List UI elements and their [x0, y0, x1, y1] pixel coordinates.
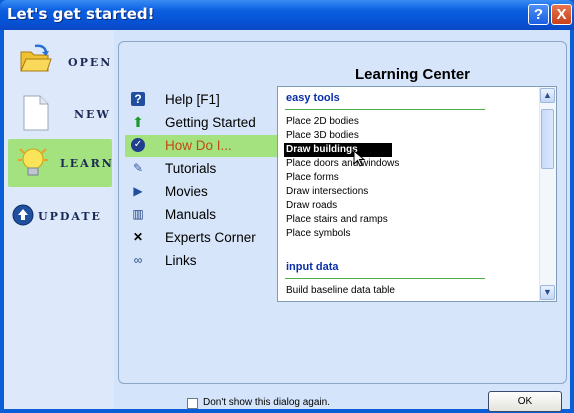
update-label: UPDATE: [38, 210, 102, 223]
menu-item-label: Experts Corner: [165, 230, 256, 245]
x-icon: ✕: [132, 230, 144, 244]
checkmark-icon: ✓: [131, 138, 145, 152]
menu-item-label: How Do I...: [165, 138, 232, 153]
menu-item-help[interactable]: ? Help [F1]: [125, 89, 285, 111]
window-title: Let's get started!: [7, 5, 155, 23]
learn-button[interactable]: LEARN: [8, 139, 112, 187]
scroll-up-button[interactable]: ▲: [540, 88, 555, 103]
dialog-window: Let's get started! ? X OPEN NEW LEARN UP…: [0, 0, 574, 413]
menu-item-manuals[interactable]: ▥ Manuals: [125, 204, 285, 226]
menu-item-label: Movies: [165, 184, 208, 199]
play-icon: ▶: [133, 184, 143, 198]
up-arrow-icon: ⬆: [132, 114, 144, 130]
list-item-selected[interactable]: Draw buildings: [284, 143, 392, 157]
link-icon: ∞: [133, 253, 143, 267]
menu-item-getting-started[interactable]: ⬆ Getting Started: [125, 112, 285, 134]
section-divider: [285, 109, 485, 110]
close-button[interactable]: X: [551, 4, 572, 25]
topics-listbox[interactable]: easy tools Place 2D bodies Place 3D bodi…: [277, 86, 557, 302]
menu-item-experts-corner[interactable]: ✕ Experts Corner: [125, 227, 285, 249]
vertical-scrollbar[interactable]: ▲ ▼: [539, 87, 556, 301]
menu-item-movies[interactable]: ▶ Movies: [125, 181, 285, 203]
menu-item-label: Tutorials: [165, 161, 217, 176]
menu-item-label: Links: [165, 253, 197, 268]
lightbulb-icon: [16, 145, 50, 186]
menu-item-label: Help [F1]: [165, 92, 220, 107]
scroll-thumb[interactable]: [541, 109, 554, 169]
menu-item-links[interactable]: ∞ Links: [125, 250, 285, 272]
learning-center-title: Learning Center: [355, 66, 471, 83]
list-item[interactable]: Place forms: [284, 171, 392, 185]
learn-label: LEARN: [60, 157, 114, 170]
book-icon: ▥: [132, 207, 144, 221]
list-item[interactable]: Draw roads: [284, 199, 392, 213]
left-panel: OPEN NEW LEARN UPDATE: [4, 30, 114, 409]
open-folder-icon: [18, 44, 52, 79]
open-button[interactable]: OPEN: [8, 38, 112, 86]
update-arrow-icon: [12, 204, 34, 231]
list-item[interactable]: Place 2D bodies: [284, 115, 392, 129]
checkbox-label: Don't show this dialog again.: [203, 397, 330, 408]
learning-center-panel: Learning Center ? Help [F1] ⬆ Getting St…: [118, 41, 567, 384]
scroll-down-button[interactable]: ▼: [540, 285, 555, 300]
list-item[interactable]: Place 3D bodies: [284, 129, 392, 143]
menu-item-label: Manuals: [165, 207, 217, 222]
list-item[interactable]: Place stairs and ramps: [284, 213, 392, 227]
dialog-client: OPEN NEW LEARN UPDATE Learning Center ? …: [4, 30, 570, 412]
new-document-icon: [22, 95, 50, 136]
update-button[interactable]: UPDATE: [8, 192, 112, 240]
list-item[interactable]: Build baseline data table: [284, 284, 395, 298]
new-button[interactable]: NEW: [8, 90, 112, 138]
list-item[interactable]: Place symbols: [284, 227, 392, 241]
pencil-icon: ✎: [132, 161, 144, 175]
section-input-data: input data: [286, 261, 339, 273]
new-label: NEW: [74, 108, 111, 121]
help-title-button[interactable]: ?: [528, 4, 549, 25]
ok-button[interactable]: OK: [488, 391, 562, 412]
open-label: OPEN: [68, 56, 113, 69]
help-icon: ?: [131, 92, 145, 106]
list-item[interactable]: Place doors and windows: [284, 157, 399, 171]
menu-item-how-do-i[interactable]: ✓ How Do I...: [125, 135, 285, 157]
mouse-cursor-icon: [353, 149, 367, 173]
menu-item-tutorials[interactable]: ✎ Tutorials: [125, 158, 285, 180]
list-item[interactable]: Draw intersections: [284, 185, 392, 199]
title-bar: Let's get started! ? X: [0, 0, 574, 30]
menu-item-label: Getting Started: [165, 115, 256, 130]
section-divider: [285, 278, 485, 279]
checkbox-box[interactable]: [187, 398, 198, 409]
section-easy-tools: easy tools: [286, 92, 340, 104]
